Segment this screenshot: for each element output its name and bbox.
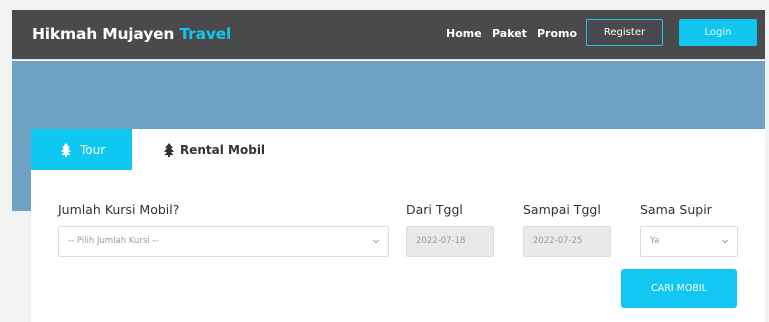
brand-logo[interactable]: Hikmah Mujayen Travel (32, 25, 231, 43)
kursi-label: Jumlah Kursi Mobil? (58, 202, 180, 217)
sampai-tggl-label: Sampai Tggl (523, 202, 601, 217)
top-navbar: Hikmah Mujayen Travel Home Paket Promo R… (12, 10, 765, 60)
search-card: Tour Rental Mobil Jumlah Kursi Mobil? Da… (31, 129, 765, 322)
tree-icon (61, 143, 71, 157)
dari-tggl-input[interactable]: 2022-07-18 (406, 226, 494, 257)
sama-supir-select[interactable]: Ya (640, 226, 738, 257)
chevron-down-icon (722, 239, 728, 244)
nav-promo-link[interactable]: Promo (537, 27, 577, 40)
sama-supir-label: Sama Supir (640, 202, 712, 217)
chevron-down-icon (373, 239, 379, 244)
page: Hikmah Mujayen Travel Home Paket Promo R… (0, 0, 769, 322)
tab-tour-label: Tour (80, 143, 106, 157)
tab-rental-mobil-label: Rental Mobil (180, 143, 266, 157)
jumlah-kursi-value: -- Pilih Jumlah Kursi -- (68, 236, 159, 246)
sampai-tggl-value: 2022-07-25 (533, 236, 583, 246)
sama-supir-value: Ya (650, 236, 660, 246)
sampai-tggl-input[interactable]: 2022-07-25 (523, 226, 611, 257)
tree-icon (164, 143, 174, 157)
dari-tggl-label: Dari Tggl (406, 202, 463, 217)
register-button[interactable]: Register (586, 19, 663, 46)
login-button[interactable]: Login (679, 19, 757, 46)
nav-paket-link[interactable]: Paket (492, 27, 527, 40)
cari-mobil-button[interactable]: CARI MOBIL (621, 269, 737, 308)
brand-name: Hikmah Mujayen (32, 25, 175, 43)
tab-tour[interactable]: Tour (31, 129, 132, 170)
dari-tggl-value: 2022-07-18 (416, 236, 466, 246)
nav-home-link[interactable]: Home (446, 27, 482, 40)
jumlah-kursi-select[interactable]: -- Pilih Jumlah Kursi -- (58, 226, 389, 257)
brand-accent: Travel (179, 25, 232, 43)
